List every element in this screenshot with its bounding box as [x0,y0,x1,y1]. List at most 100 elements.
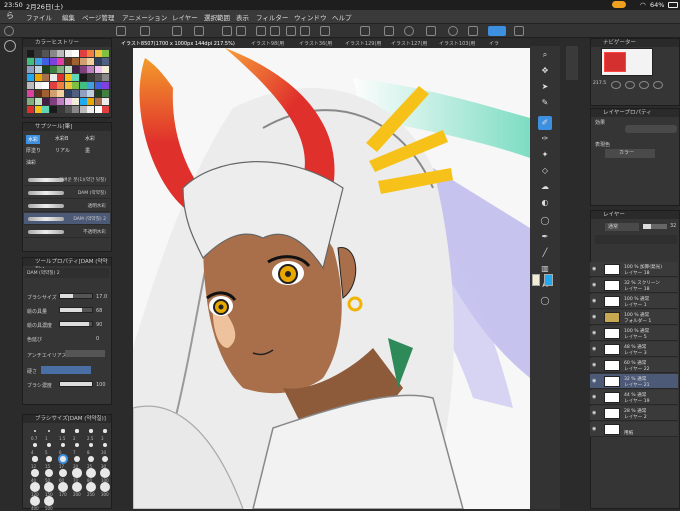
color-swatch[interactable] [27,106,34,113]
subtool-tab-thick[interactable]: 厚塗り [26,147,41,154]
color-swatch[interactable] [64,106,72,113]
paint-amount-slider[interactable] [59,307,93,313]
blend-mode-select[interactable]: 通常 [605,223,639,231]
brush-size-option[interactable] [100,482,110,492]
color-swatch[interactable] [42,50,49,57]
layer-row[interactable]: ◉ 48 % 通常 レイヤー 3 [590,342,678,357]
color-swatch[interactable] [64,50,72,57]
color-swatch[interactable] [79,106,87,113]
color-swatch[interactable] [42,106,49,113]
tab[interactable]: イラスト127(用 [391,40,427,47]
visibility-eye-icon[interactable]: ◉ [592,378,598,384]
color-swatch[interactable] [27,50,34,57]
operation-tool-icon[interactable]: ➤ [538,80,552,94]
selection-tool-icon[interactable]: ◯ [538,214,552,228]
menu-view[interactable]: 表示 [236,12,249,22]
color-swatch[interactable] [79,90,87,97]
antialias-selector[interactable] [65,350,105,357]
visibility-eye-icon[interactable]: ◉ [592,394,598,400]
brush-density-slider[interactable] [59,381,93,387]
layer-row[interactable]: ◉ 100 % 通常 フォルダー 1 [590,310,678,325]
brush-size-option[interactable] [73,455,80,462]
undo-icon[interactable] [222,26,232,36]
zoom-tool-icon[interactable]: ⌕ [538,48,552,62]
brush-size-option[interactable] [103,429,107,433]
layer-row[interactable]: ◉ 用紙 [590,422,678,437]
visibility-eye-icon[interactable]: ◉ [592,282,598,288]
color-swatch[interactable] [79,74,87,81]
brush-size-option[interactable] [100,468,110,478]
sub-color-swatch[interactable] [544,274,553,286]
color-swatch[interactable] [79,58,87,65]
color-swatch[interactable] [34,66,42,73]
visibility-eye-icon[interactable]: ◉ [592,314,598,320]
navigator-thumbnail[interactable] [601,48,653,76]
figure-tool-icon[interactable]: ╱ [538,246,552,260]
color-swatch[interactable] [94,106,102,113]
layer-row[interactable]: ◉ 44 % 通常 レイヤー 19 [590,390,678,405]
color-swatch[interactable] [64,90,72,97]
crop-icon[interactable] [286,26,296,36]
brush-tool-icon[interactable]: ✐ [538,116,552,130]
brush-size-option[interactable] [87,455,95,463]
zoom-in-icon[interactable] [625,81,635,89]
brush-item[interactable]: 透明水彩 [24,200,110,212]
color-swatch[interactable] [102,58,109,65]
transform-icon[interactable] [256,26,266,36]
color-swatch[interactable] [94,82,102,89]
color-swatch[interactable] [64,66,72,73]
color-swatch[interactable] [42,58,49,65]
color-swatch[interactable] [34,106,42,113]
color-swatch[interactable] [42,66,49,73]
color-swatch[interactable] [72,50,79,57]
color-swatch[interactable] [72,58,79,65]
layer-row[interactable]: ◉ 100 % 通常 レイヤー 5 [590,326,678,341]
color-swatch[interactable] [72,74,79,81]
visibility-eye-icon[interactable]: ◉ [592,346,598,352]
brush-size-slider[interactable] [59,293,93,299]
color-swatch[interactable] [57,106,64,113]
subtool-tab-ink[interactable]: 墨 [85,147,90,154]
brush-size-option[interactable] [75,429,79,433]
color-swatch[interactable] [64,82,72,89]
tab[interactable]: イラスト98(用 [251,40,284,47]
color-swatch[interactable] [79,50,87,57]
edit-icon[interactable] [360,26,370,36]
save-icon[interactable] [194,26,204,36]
brush-size-option[interactable] [74,442,80,448]
rotate-icon[interactable] [384,26,394,36]
open-folder-icon[interactable] [172,26,182,36]
brush-size-option[interactable] [88,442,94,448]
color-swatch[interactable] [49,66,57,73]
color-swatch[interactable] [94,66,102,73]
ruler-icon[interactable] [426,26,436,36]
color-swatch[interactable] [49,82,57,89]
main-color-swatch[interactable] [532,274,540,286]
brush-size-option[interactable] [46,442,51,447]
color-swatch[interactable] [27,82,34,89]
menu-window[interactable]: ウィンドウ [294,12,327,22]
brush-size-option[interactable] [31,469,39,477]
color-swatch[interactable] [27,90,34,97]
color-swatch[interactable] [49,98,57,105]
redo-icon[interactable] [236,26,246,36]
rotate-view-icon[interactable] [653,81,663,89]
fit-icon[interactable] [639,81,649,89]
visibility-eye-icon[interactable]: ◉ [592,298,598,304]
fill-icon[interactable] [300,26,310,36]
color-swatch[interactable] [102,90,109,97]
color-swatch[interactable] [94,90,102,97]
new-file-icon[interactable] [116,26,126,36]
brush-size-option[interactable] [86,468,96,478]
snap-icon[interactable] [448,26,458,36]
grid-icon[interactable] [140,26,150,36]
color-swatch[interactable] [72,90,79,97]
brush-size-option[interactable] [33,443,37,447]
pen-pressure-button[interactable] [488,26,506,36]
quick-access-icon[interactable] [4,26,14,36]
paint-density-slider[interactable] [59,321,93,327]
settings-icon[interactable] [404,26,414,36]
color-swatch[interactable] [27,74,34,81]
brush-size-option[interactable] [72,482,82,492]
color-swatch[interactable] [49,74,57,81]
